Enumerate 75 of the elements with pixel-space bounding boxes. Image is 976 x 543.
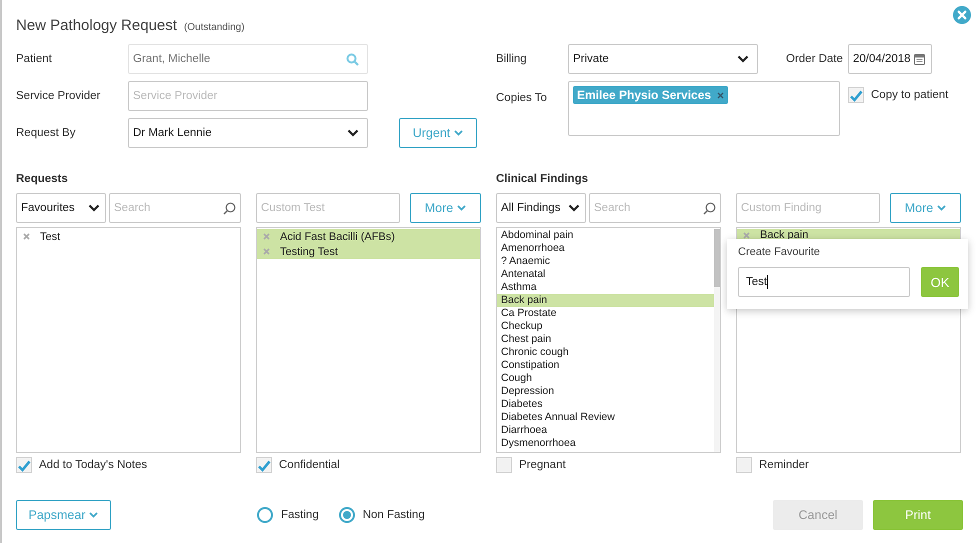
- remove-icon[interactable]: [263, 233, 270, 240]
- list-item[interactable]: ? Anaemic: [497, 255, 714, 268]
- search-icon: [223, 202, 236, 214]
- chevron-down-icon: [737, 55, 749, 63]
- chevron-down-icon: [457, 205, 466, 211]
- custom-finding-field[interactable]: Custom Finding: [736, 193, 880, 223]
- chevron-down-icon: [89, 512, 98, 518]
- order-date-field[interactable]: 20/04/2018: [848, 44, 932, 74]
- checkbox[interactable]: [496, 457, 512, 473]
- list-item[interactable]: Chronic cough: [497, 346, 714, 359]
- chevron-down-icon: [937, 205, 946, 211]
- list-item[interactable]: Depression: [497, 385, 714, 398]
- field-label: Order Date: [786, 53, 844, 65]
- list-item[interactable]: Chest pain: [497, 333, 714, 346]
- list-item[interactable]: Amenorrhoea: [497, 242, 714, 255]
- list-item[interactable]: Back pain: [497, 294, 714, 307]
- checkbox-label: Confidential: [279, 459, 340, 471]
- status-label: (Outstanding): [184, 22, 245, 33]
- list-item[interactable]: Diabetes Annual Review: [497, 411, 714, 424]
- radio-label: Fasting: [281, 509, 319, 521]
- recipient-tag: Emilee Physio Services: [573, 86, 728, 104]
- radio-label: Non Fasting: [362, 509, 425, 521]
- checkbox[interactable]: [848, 87, 864, 103]
- checkbox-label: Reminder: [759, 459, 809, 471]
- list-item[interactable]: Constipation: [497, 359, 714, 372]
- chevron-down-icon: [454, 130, 464, 136]
- remove-icon[interactable]: [23, 233, 30, 240]
- list-item[interactable]: Asthma: [497, 281, 714, 294]
- list-item[interactable]: Ca Prostate: [497, 307, 714, 320]
- list-item[interactable]: Checkup: [497, 320, 714, 333]
- field-label: Request By: [16, 127, 76, 139]
- custom-test-field[interactable]: Custom Test: [256, 193, 400, 223]
- patient-field[interactable]: Grant, Michelle: [128, 44, 368, 74]
- list-item[interactable]: Abdominal pain: [497, 229, 714, 242]
- chevron-down-icon: [347, 129, 359, 137]
- scrollbar-thumb[interactable]: [714, 229, 720, 287]
- popover-title: Create Favourite: [738, 246, 821, 258]
- remove-icon[interactable]: [743, 232, 750, 238]
- list-item[interactable]: Cough: [497, 372, 714, 385]
- request-by-select[interactable]: Dr Mark Lennie: [128, 118, 368, 148]
- filter-select[interactable]: Favourites: [16, 193, 106, 223]
- checkbox-label: Pregnant: [519, 459, 566, 471]
- list-item[interactable]: Dysmenorrhoea: [497, 437, 714, 450]
- list-item[interactable]: Testing Test: [257, 244, 480, 259]
- radio-button[interactable]: [257, 507, 273, 523]
- list-item[interactable]: Antenatal: [497, 268, 714, 281]
- calendar-icon[interactable]: [914, 54, 925, 64]
- checkbox-label: Add to Today's Notes: [39, 459, 148, 471]
- radio-button[interactable]: [338, 507, 355, 523]
- chevron-down-icon: [568, 204, 580, 212]
- remove-icon[interactable]: [717, 92, 724, 98]
- list-item[interactable]: Diabetes: [497, 398, 714, 411]
- field-label: Patient: [16, 53, 53, 65]
- favourite-name-field[interactable]: Test: [738, 267, 910, 297]
- chevron-down-icon: [88, 204, 100, 212]
- checkbox[interactable]: [736, 457, 752, 473]
- field-label: Billing: [496, 53, 528, 65]
- service-provider-field[interactable]: Service Provider: [128, 81, 368, 111]
- list-item[interactable]: Diarrhoea: [497, 424, 714, 437]
- field-label: Copies To: [496, 91, 548, 104]
- checkbox[interactable]: [16, 457, 32, 473]
- section-heading: Requests: [16, 173, 69, 185]
- close-icon[interactable]: [953, 6, 971, 24]
- search-icon: [703, 202, 716, 214]
- dialog-title: New Pathology Request: [16, 17, 177, 34]
- checkbox-label: Copy to patient: [871, 89, 948, 101]
- section-heading: Clinical Findings: [496, 173, 590, 185]
- search-icon: [346, 52, 359, 66]
- filter-select[interactable]: All Findings: [496, 193, 586, 223]
- list-item[interactable]: Acid Fast Bacilli (AFBs): [257, 229, 480, 244]
- field-label: Service Provider: [16, 90, 102, 102]
- remove-icon[interactable]: [263, 248, 270, 255]
- checkbox[interactable]: [256, 457, 272, 473]
- list-item[interactable]: Test: [17, 229, 240, 244]
- billing-select[interactable]: Private: [568, 44, 758, 74]
